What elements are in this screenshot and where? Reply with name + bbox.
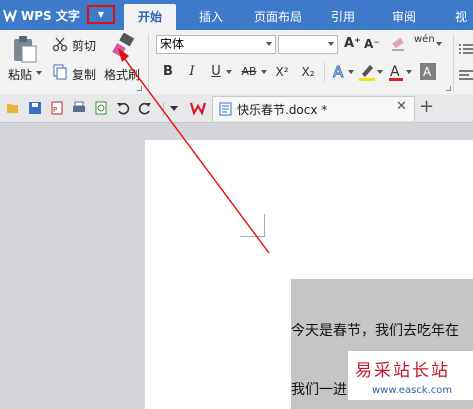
annotation-arrowhead: [118, 48, 129, 62]
annotation-arrow-overlay: [118, 48, 270, 254]
annotation-arrow-line: [123, 57, 270, 254]
